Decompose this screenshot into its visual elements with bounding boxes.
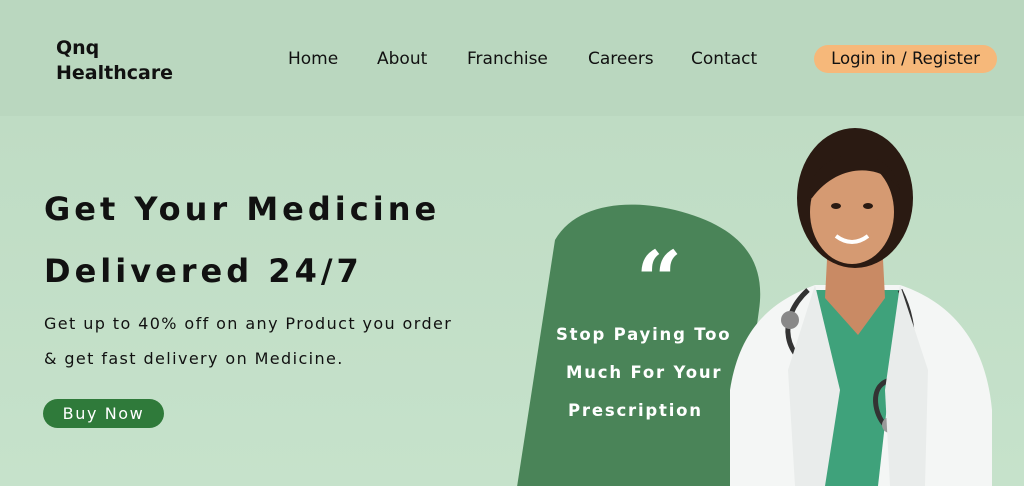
doctor-image — [730, 128, 992, 486]
nav-careers[interactable]: Careers — [588, 49, 654, 69]
quote-line2: Much For Your — [566, 363, 723, 382]
nav-home[interactable]: Home — [288, 49, 338, 69]
logo-line2: Healthcare — [56, 62, 174, 84]
hero-title-line2: Delivered 24/7 — [44, 252, 363, 290]
quote-mark-icon: “ — [636, 233, 683, 327]
hero-title-line1: Get Your Medicine — [44, 190, 441, 228]
nav-about[interactable]: About — [377, 49, 427, 69]
nav-contact[interactable]: Contact — [691, 49, 757, 69]
quote-line3: Prescription — [568, 401, 703, 420]
site-header: Qnq Healthcare Home About Franchise Care… — [0, 0, 1024, 116]
logo[interactable]: Qnq Healthcare — [56, 36, 173, 86]
buy-now-button[interactable]: Buy Now — [43, 399, 164, 428]
hero-subtitle-line2: & get fast delivery on Medicine. — [44, 349, 344, 368]
nav-franchise[interactable]: Franchise — [467, 49, 548, 69]
logo-line1: Qnq — [56, 37, 100, 59]
login-register-button[interactable]: Login in / Register — [814, 45, 997, 73]
hero-subtitle-line1: Get up to 40% off on any Product you ord… — [44, 314, 453, 333]
